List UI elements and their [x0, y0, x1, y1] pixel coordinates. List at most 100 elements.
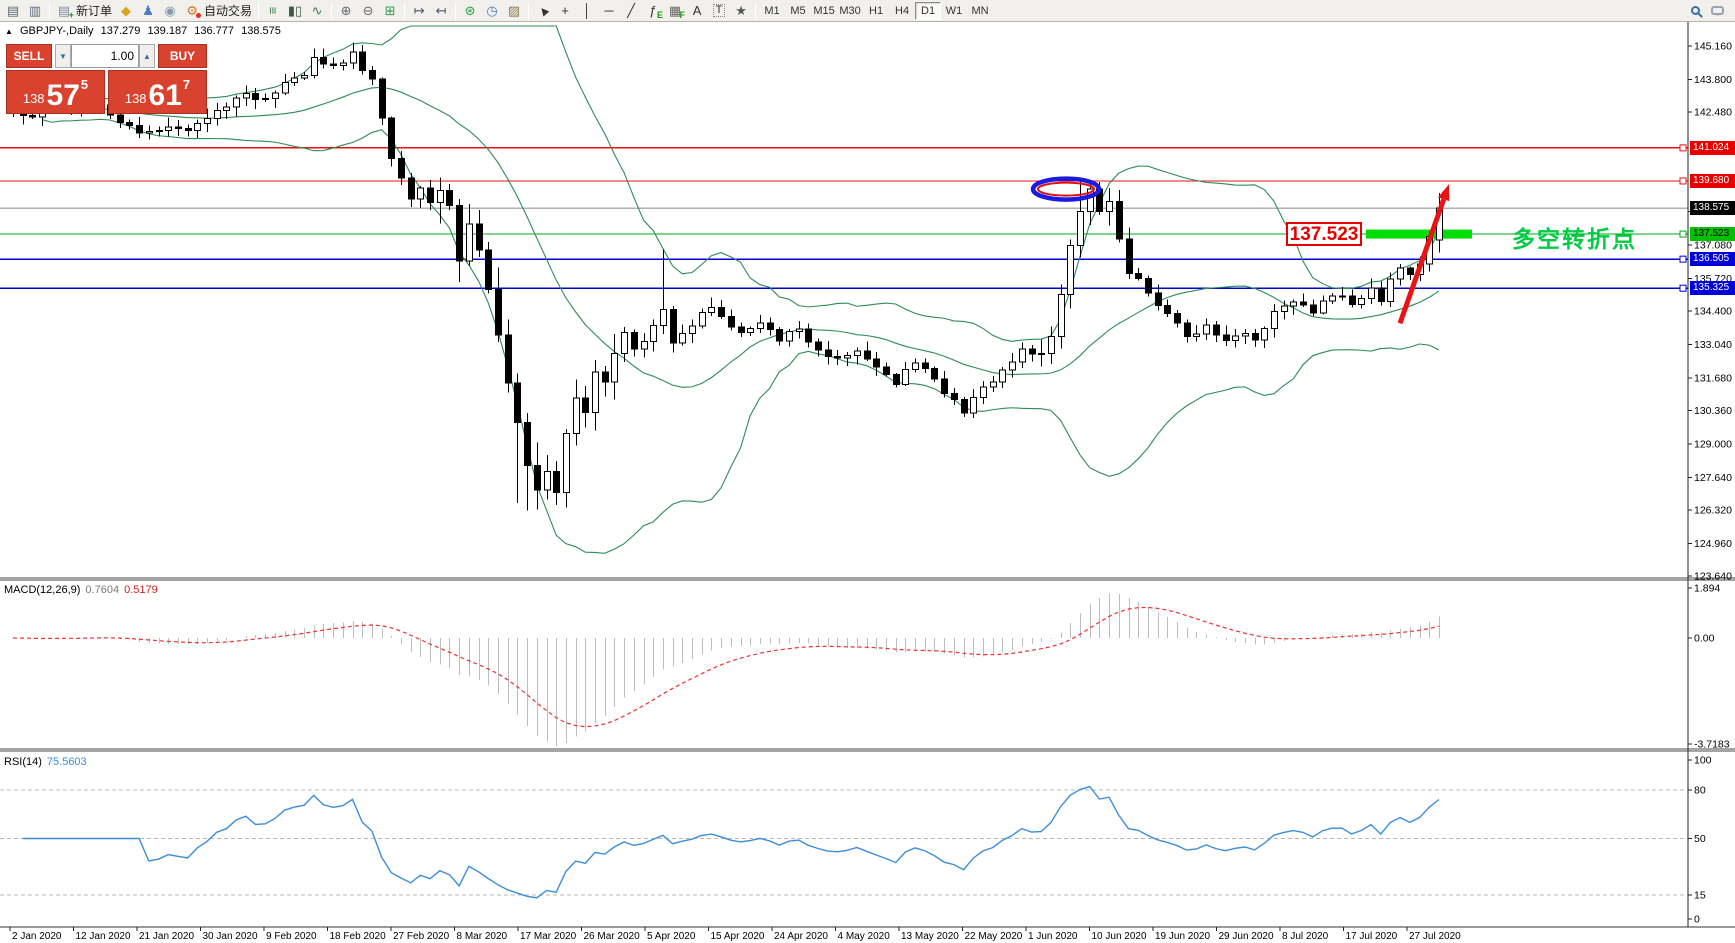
svg-text:24 Apr 2020: 24 Apr 2020 [774, 931, 828, 942]
tile-windows-button[interactable]: ⊞ [380, 1, 400, 20]
text-button[interactable]: A [687, 1, 707, 20]
pivot-annotation-text[interactable]: 多空转折点 [1512, 220, 1637, 254]
svg-text:17 Mar 2020: 17 Mar 2020 [520, 931, 577, 942]
new-order-label: 新订单 [76, 2, 112, 19]
trendline-button[interactable]: ╱ [621, 1, 641, 20]
svg-text:27 Feb 2020: 27 Feb 2020 [393, 931, 450, 942]
volume-increase-button[interactable]: ▲ [139, 44, 155, 68]
sell-price-figure: 138 [23, 91, 45, 106]
data-window-button[interactable]: ▥ [25, 1, 45, 20]
macd-signal-value: 0.5179 [124, 584, 158, 596]
quotes-button[interactable]: ◆ [116, 1, 136, 20]
status-dot-icon [196, 13, 201, 18]
svg-text:0: 0 [1694, 914, 1700, 926]
new-order-button[interactable]: ▤+ [54, 1, 74, 20]
fibonacci-button[interactable]: ƒE [643, 1, 663, 20]
svg-text:30 Jan 2020: 30 Jan 2020 [203, 931, 258, 942]
toolbar-separator [49, 3, 50, 19]
sell-button[interactable]: SELL [6, 44, 52, 68]
svg-text:5 Apr 2020: 5 Apr 2020 [647, 931, 696, 942]
horizontal-line-button[interactable]: ─ [599, 1, 619, 20]
timeframe-W1[interactable]: W1 [941, 2, 967, 20]
sell-price-pip: 5 [81, 77, 88, 92]
one-click-trading-panel: SELL ▼ ▲ BUY 138 57 5 138 61 7 [6, 44, 207, 114]
volume-input[interactable] [71, 44, 139, 68]
svg-text:15 Apr 2020: 15 Apr 2020 [711, 931, 765, 942]
plus-badge-icon: E [657, 11, 663, 20]
buy-button[interactable]: BUY [158, 44, 207, 68]
bar-chart-button[interactable]: ≡ [263, 1, 283, 20]
cursor-button[interactable]: ▲ [533, 1, 553, 20]
contacts-button[interactable]: ♟ [138, 1, 158, 20]
svg-text:0.00: 0.00 [1694, 633, 1715, 645]
svg-text:1 Jun 2020: 1 Jun 2020 [1028, 931, 1078, 942]
pivot-price-callout[interactable]: 137.523 [1286, 222, 1362, 246]
templates-button[interactable]: ▨ [504, 1, 524, 20]
vertical-line-button[interactable]: │ [577, 1, 597, 20]
autotrade-button[interactable]: ⚙ [182, 1, 202, 20]
svg-text:9 Feb 2020: 9 Feb 2020 [266, 931, 317, 942]
svg-text:17 Jul 2020: 17 Jul 2020 [1346, 931, 1398, 942]
autotrade-label: 自动交易 [204, 2, 252, 19]
chart-shift-button[interactable]: ↤ [431, 1, 451, 20]
timeframe-D1[interactable]: D1 [915, 2, 941, 20]
buy-price-pip: 7 [183, 77, 190, 92]
candle-chart-button[interactable]: ▮▯ [285, 1, 305, 20]
svg-text:50: 50 [1694, 833, 1706, 845]
line-chart-button[interactable]: ∿ [307, 1, 327, 20]
sell-price-quote[interactable]: 138 57 5 [6, 70, 105, 114]
crosshair-button[interactable]: + [555, 1, 575, 20]
timeframe-M15[interactable]: M15 [811, 2, 837, 20]
indicators-button[interactable]: ⊛ [460, 1, 480, 20]
label-button[interactable]: T [709, 1, 729, 20]
pivot-highlight-segment[interactable] [1366, 230, 1472, 239]
svg-text:13 May 2020: 13 May 2020 [901, 931, 959, 942]
signal-button[interactable]: ◉ [160, 1, 180, 20]
svg-text:134.400: 134.400 [1694, 305, 1732, 317]
arrows-button[interactable]: ★ [731, 1, 751, 20]
auto-scroll-button[interactable]: ↦ [409, 1, 429, 20]
fibo-fan-button[interactable]: ▦F [665, 1, 685, 20]
periods-button[interactable]: ◷ [482, 1, 502, 20]
timeframe-M5[interactable]: M5 [785, 2, 811, 20]
timeframe-M30[interactable]: M30 [837, 2, 863, 20]
timeframe-M1[interactable]: M1 [759, 2, 785, 20]
toolbar-separator [528, 3, 529, 19]
charts-button[interactable]: ▤ [3, 1, 23, 20]
chart-canvas[interactable]: 145.160143.800142.480138.440137.080135.7… [0, 0, 1735, 943]
timeframe-MN[interactable]: MN [967, 2, 993, 20]
ohlc-open: 137.279 [101, 25, 141, 37]
svg-text:80: 80 [1694, 785, 1706, 797]
svg-text:4 May 2020: 4 May 2020 [838, 931, 891, 942]
periods-icon: ◷ [486, 4, 497, 17]
chart-shift-icon: ↤ [436, 4, 447, 17]
zoom-out-button[interactable]: ⊖ [358, 1, 378, 20]
svg-text:27 Jul 2020: 27 Jul 2020 [1409, 931, 1461, 942]
buy-price-quote[interactable]: 138 61 7 [108, 70, 207, 114]
price-tag-136.505: 136.505 [1690, 252, 1735, 266]
svg-text:15: 15 [1694, 889, 1706, 901]
cursor-icon: ▲ [534, 1, 552, 19]
timeframe-H1[interactable]: H1 [863, 2, 889, 20]
volume-decrease-button[interactable]: ▼ [55, 44, 71, 68]
horizontal-line-icon: ─ [604, 4, 613, 17]
svg-text:26 Mar 2020: 26 Mar 2020 [584, 931, 641, 942]
svg-text:142.480: 142.480 [1694, 107, 1732, 119]
svg-text:22 May 2020: 22 May 2020 [965, 931, 1023, 942]
search-button[interactable] [1685, 1, 1705, 20]
timeframe-H4[interactable]: H4 [889, 2, 915, 20]
label-icon: T [713, 4, 726, 17]
svg-text:18 Feb 2020: 18 Feb 2020 [330, 931, 387, 942]
ohlc-high: 139.187 [147, 25, 187, 37]
svg-text:21 Jan 2020: 21 Jan 2020 [139, 931, 194, 942]
svg-text:100: 100 [1694, 755, 1712, 767]
text-icon: A [693, 4, 702, 17]
rsi-name: RSI(14) [4, 756, 42, 768]
zoom-in-button[interactable]: ⊕ [336, 1, 356, 20]
price-tag-137.523: 137.523 [1690, 227, 1735, 241]
collapse-panel-icon[interactable]: ▲ [5, 27, 13, 36]
svg-text:12 Jan 2020: 12 Jan 2020 [76, 931, 131, 942]
svg-text:124.960: 124.960 [1694, 538, 1732, 550]
community-chat-button[interactable] [1707, 1, 1727, 20]
macd-main-value: 0.7604 [85, 584, 119, 596]
